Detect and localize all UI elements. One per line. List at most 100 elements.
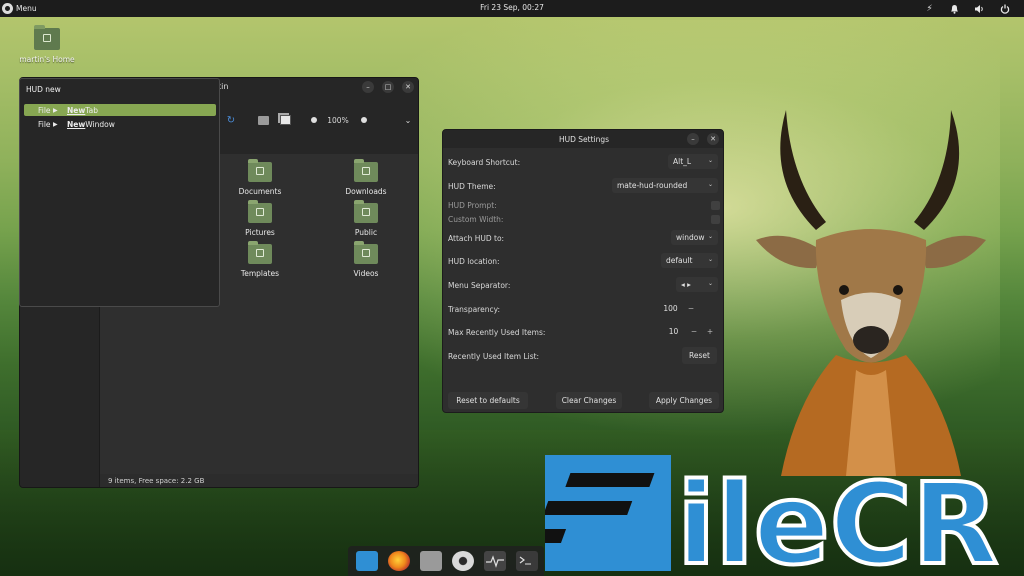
close-button[interactable]: ✕ (402, 81, 414, 93)
max-recent-items-spinner[interactable]: 10 − + (661, 324, 718, 339)
hud-result-rest: Window (85, 119, 115, 129)
close-button[interactable]: ✕ (707, 133, 719, 145)
home-folder-icon (34, 25, 60, 50)
network-icon[interactable]: ⚡ (924, 3, 935, 14)
custom-width-label: Custom Width: (448, 215, 504, 224)
folder-label: Public (354, 228, 378, 237)
attach-hud-dropdown[interactable]: window ⌄ (671, 230, 718, 245)
folder-videos[interactable]: Videos (331, 241, 401, 278)
terminal-icon[interactable] (516, 551, 538, 571)
hud-result-menu: File (38, 119, 51, 129)
chevron-down-icon: ⌄ (707, 256, 713, 263)
folder-public[interactable]: Public (331, 200, 401, 237)
hud-result-item[interactable]: File ▶ New Window (24, 118, 216, 130)
hud-result-rest: Tab (85, 105, 98, 115)
files-blue-icon[interactable] (356, 551, 378, 571)
folder-documents[interactable]: Documents (225, 159, 295, 196)
folder-label: Videos (353, 269, 379, 278)
filecr-watermark-logo: ileCR (545, 455, 1000, 571)
refresh-icon[interactable]: ↻ (225, 114, 237, 126)
folder-label: Pictures (245, 228, 275, 237)
reset-to-defaults-button[interactable]: Reset to defaults (448, 392, 528, 409)
status-bar-text: 9 items, Free space: 2.2 GB (108, 477, 205, 485)
minimize-button[interactable]: – (362, 81, 374, 93)
folder-pictures[interactable]: Pictures (225, 200, 295, 237)
dropdown-value: mate-hud-rounded (617, 181, 688, 190)
attach-hud-label: Attach HUD to: (448, 234, 505, 243)
templates-folder-icon (248, 241, 272, 264)
hud-prompt-label: HUD Prompt: (448, 201, 497, 210)
dropdown-value: ◂ ▸ (681, 280, 691, 289)
hud-result-item[interactable]: File ▶ New Tab (24, 104, 216, 116)
videos-folder-icon (354, 241, 378, 264)
hud-settings-window: HUD Settings – ✕ Keyboard Shortcut: Alt_… (442, 129, 724, 413)
system-tray: ⚡ (924, 2, 1010, 15)
reset-list-button[interactable]: Reset (682, 347, 717, 364)
chevron-down-icon: ⌄ (707, 233, 713, 240)
window-title: HUD Settings (558, 135, 610, 144)
decrement-button[interactable]: − (686, 327, 702, 336)
hud-popup: HUD new File ▶ New Tab File ▶ New Window (19, 78, 220, 307)
public-folder-icon (354, 200, 378, 223)
keyboard-shortcut-dropdown[interactable]: Alt_L ⌄ (668, 154, 718, 169)
decrement-button[interactable]: − (683, 304, 699, 313)
settings-icon[interactable] (452, 551, 474, 571)
chevron-down-icon: ⌄ (707, 181, 713, 188)
hud-location-label: HUD location: (448, 257, 500, 266)
svg-text:ileCR: ileCR (677, 460, 998, 571)
triangle-right-icon: ▶ (53, 120, 58, 128)
new-folder-icon[interactable] (257, 114, 269, 126)
clock[interactable]: Fri 23 Sep, 00:27 (0, 3, 1024, 12)
downloads-folder-icon (354, 159, 378, 182)
hud-result-match: New (67, 105, 86, 115)
transparency-label: Transparency: (448, 305, 501, 314)
desktop-home-label: martin's Home (19, 55, 75, 64)
system-monitor-icon[interactable] (484, 551, 506, 571)
max-recent-items-label: Max Recently Used Items: (448, 328, 546, 337)
chevron-down-icon: ⌄ (707, 157, 713, 164)
top-panel: Menu Fri 23 Sep, 00:27 ⚡ (0, 0, 1024, 17)
hud-search-input[interactable]: HUD new (26, 85, 61, 94)
folder-templates[interactable]: Templates (225, 241, 295, 278)
folder-label: Templates (240, 269, 280, 278)
spinner-value: 10 (668, 327, 679, 336)
maximize-button[interactable]: □ (382, 81, 394, 93)
hud-result-menu: File (38, 105, 51, 115)
triangle-right-icon: ▶ (53, 106, 58, 114)
notification-bell-icon[interactable] (949, 3, 960, 14)
folder-label: Downloads (345, 187, 387, 196)
menu-separator-dropdown[interactable]: ◂ ▸ ⌄ (676, 277, 718, 292)
zoom-out-button[interactable] (309, 114, 319, 126)
chevron-down-icon: ⌄ (707, 280, 713, 287)
hud-result-match: New (67, 119, 86, 129)
folder-label: Documents (238, 187, 282, 196)
zoom-level: 100% (327, 115, 349, 125)
hud-settings-titlebar: HUD Settings – ✕ (443, 130, 723, 148)
dock (348, 546, 544, 576)
chevron-down-icon[interactable]: ⌄ (403, 114, 413, 126)
transparency-spinner[interactable]: 100 − (658, 301, 699, 316)
power-icon[interactable] (999, 3, 1010, 14)
clear-changes-button[interactable]: Clear Changes (556, 392, 622, 409)
pictures-folder-icon (248, 200, 272, 223)
zoom-in-button[interactable] (359, 114, 369, 126)
folder-downloads[interactable]: Downloads (331, 159, 401, 196)
dropdown-value: default (666, 256, 693, 265)
minimize-button[interactable]: – (687, 133, 699, 145)
copy-icon[interactable] (279, 114, 292, 126)
deer-wallpaper-illustration (756, 110, 986, 476)
hud-theme-dropdown[interactable]: mate-hud-rounded ⌄ (612, 178, 718, 193)
hud-theme-label: HUD Theme: (448, 182, 496, 191)
recent-items-list-label: Recently Used Item List: (448, 352, 540, 361)
increment-button[interactable]: + (702, 327, 718, 336)
apply-changes-button[interactable]: Apply Changes (649, 392, 719, 409)
desktop-home-icon[interactable]: martin's Home (14, 25, 80, 64)
hud-location-dropdown[interactable]: default ⌄ (661, 253, 718, 268)
firefox-icon[interactable] (388, 551, 410, 571)
documents-folder-icon (248, 159, 272, 182)
hud-prompt-toggle[interactable] (711, 201, 720, 210)
file-manager-icon[interactable] (420, 551, 442, 571)
spinner-value: 100 (663, 304, 678, 313)
custom-width-toggle[interactable] (711, 215, 720, 224)
volume-icon[interactable] (974, 3, 985, 14)
